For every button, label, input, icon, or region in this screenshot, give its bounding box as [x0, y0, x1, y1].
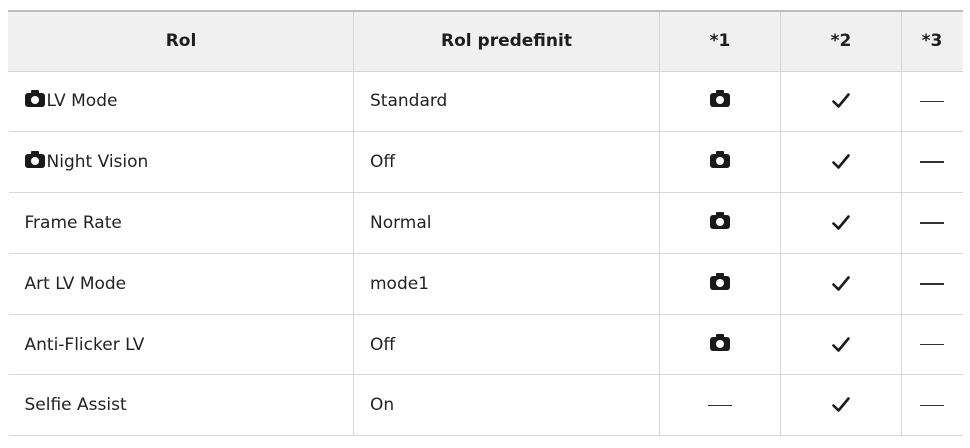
camera-icon [710, 272, 730, 290]
col1-cell [659, 252, 781, 315]
col3-cell [901, 131, 963, 194]
table-row: Selfie Assist On [8, 374, 963, 437]
col1-cell [659, 374, 781, 437]
col2-cell [780, 131, 902, 194]
default-cell: Standard [353, 70, 660, 133]
header-col2: *2 [780, 10, 902, 72]
check-icon [832, 336, 850, 352]
col3-cell [901, 252, 963, 315]
camera-icon [24, 90, 45, 108]
role-cell: Anti-Flicker LV [8, 313, 354, 376]
header-role: Rol [8, 10, 354, 72]
col2-cell [780, 252, 902, 315]
col2-cell [780, 313, 902, 376]
dash-icon [920, 161, 945, 163]
camera-icon [710, 90, 730, 108]
default-cell: mode1 [353, 252, 660, 315]
dash-icon [920, 222, 945, 224]
col2-cell [780, 374, 902, 437]
table-row: Anti-Flicker LV Off [8, 313, 963, 376]
header-col3: *3 [901, 10, 963, 72]
camera-icon [24, 151, 45, 169]
header-col1: *1 [659, 10, 781, 72]
role-label: Night Vision [46, 152, 149, 173]
role-cell: LV Mode [8, 70, 354, 133]
table-row: Night Vision Off [8, 131, 963, 194]
camera-icon [710, 151, 730, 169]
dash-icon [920, 343, 945, 346]
col2-cell [780, 192, 902, 254]
check-icon [832, 397, 850, 413]
default-cell: Off [353, 131, 660, 194]
default-cell: On [353, 374, 660, 437]
col3-cell [901, 313, 963, 376]
role-cell: Art LV Mode [8, 252, 354, 315]
table-row: LV Mode Standard [8, 70, 963, 133]
col1-cell [659, 192, 781, 254]
dash-icon [708, 404, 732, 407]
check-icon [832, 93, 850, 109]
settings-table: Rol Rol predefinit *1 *2 *3 LV Mode Stan… [8, 10, 963, 437]
dash-icon [920, 100, 945, 103]
table-row: Frame Rate Normal [8, 192, 963, 254]
col1-cell [659, 313, 781, 376]
dash-icon [920, 283, 945, 285]
check-icon [832, 275, 850, 291]
col1-cell [659, 131, 781, 194]
settings-table-container: Rol Rol predefinit *1 *2 *3 LV Mode Stan… [8, 10, 963, 437]
check-icon [832, 154, 850, 169]
col3-cell [901, 192, 963, 254]
role-cell: Night Vision [8, 131, 354, 194]
col3-cell [901, 374, 963, 437]
role-cell: Selfie Assist [8, 374, 354, 437]
default-cell: Off [353, 313, 660, 376]
camera-icon [710, 333, 730, 351]
check-icon [832, 215, 850, 230]
col2-cell [780, 70, 902, 133]
table-row: Art LV Mode mode1 [8, 252, 963, 315]
col3-cell [901, 70, 963, 133]
camera-icon [710, 211, 730, 229]
dash-icon [920, 404, 945, 407]
header-default-role: Rol predefinit [353, 10, 660, 72]
table-header-row: Rol Rol predefinit *1 *2 *3 [8, 10, 963, 72]
col1-cell [659, 70, 781, 133]
default-cell: Normal [353, 192, 660, 254]
role-label: LV Mode [46, 91, 118, 112]
role-cell: Frame Rate [8, 192, 354, 254]
